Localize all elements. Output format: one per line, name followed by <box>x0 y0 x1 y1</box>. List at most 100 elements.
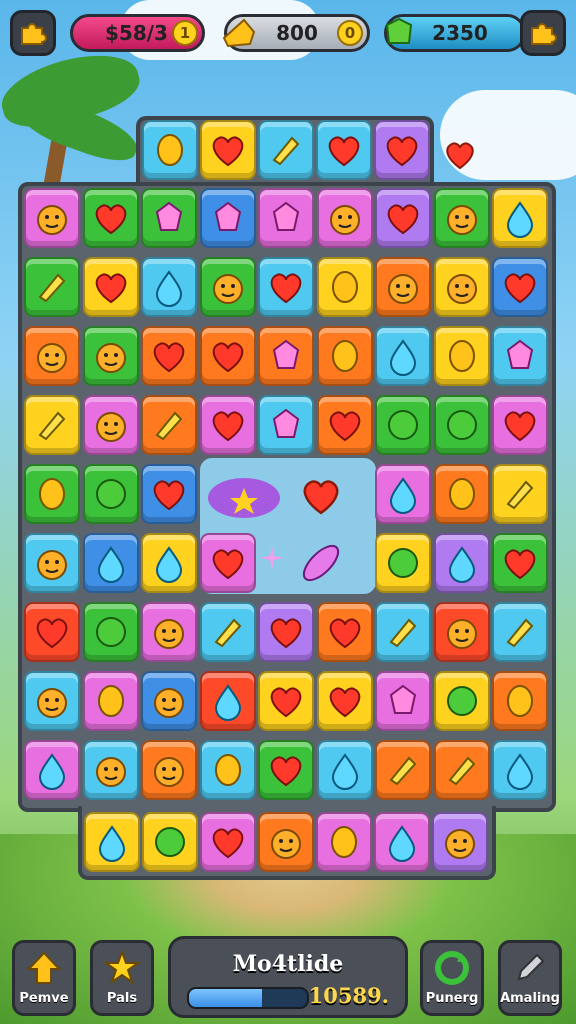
game-tile[interactable] <box>316 188 373 248</box>
game-tile[interactable] <box>492 326 548 386</box>
game-tile[interactable] <box>141 602 197 662</box>
game-tile[interactable] <box>141 257 197 317</box>
game-tile[interactable] <box>316 120 372 180</box>
heart-icon <box>504 411 536 442</box>
game-tile[interactable] <box>316 812 372 872</box>
game-tile[interactable] <box>82 326 139 386</box>
game-tile[interactable] <box>492 257 548 317</box>
game-tile[interactable] <box>258 812 314 872</box>
game-tile[interactable] <box>24 257 80 317</box>
heart-icon <box>270 687 302 718</box>
game-tile[interactable] <box>433 464 490 524</box>
game-tile[interactable] <box>316 740 373 800</box>
game-tile[interactable] <box>258 602 314 662</box>
game-tile[interactable] <box>258 120 314 180</box>
game-tile[interactable] <box>492 188 548 248</box>
crayon-icon <box>214 618 241 648</box>
game-tile[interactable] <box>82 740 139 800</box>
game-tile[interactable] <box>141 740 197 800</box>
game-tile[interactable] <box>82 188 139 248</box>
game-tile[interactable] <box>258 395 314 455</box>
game-tile[interactable] <box>141 326 197 386</box>
game-tile[interactable] <box>433 740 490 800</box>
game-tile[interactable] <box>82 257 139 317</box>
game-tile[interactable] <box>375 326 431 386</box>
booster-button-4[interactable]: Amaling <box>498 940 562 1016</box>
game-tile[interactable] <box>24 602 80 662</box>
game-tile[interactable] <box>141 188 197 248</box>
game-tile[interactable] <box>492 740 548 800</box>
game-tile[interactable] <box>24 395 80 455</box>
game-tile[interactable] <box>375 602 431 662</box>
game-tile[interactable] <box>82 395 139 455</box>
game-tile[interactable] <box>199 671 256 731</box>
game-tile[interactable] <box>199 257 256 317</box>
booster-button-2[interactable]: Pals <box>90 940 154 1016</box>
game-tile[interactable] <box>316 326 373 386</box>
game-tile[interactable] <box>24 188 80 248</box>
game-tile[interactable] <box>492 602 548 662</box>
game-tile[interactable] <box>199 740 256 800</box>
game-tile[interactable] <box>433 326 490 386</box>
game-tile[interactable] <box>433 257 490 317</box>
game-tile[interactable] <box>199 533 256 593</box>
game-tile[interactable] <box>432 812 488 872</box>
game-tile[interactable] <box>492 671 548 731</box>
game-tile[interactable] <box>199 395 256 455</box>
game-tile[interactable] <box>316 257 373 317</box>
game-tile[interactable] <box>258 671 314 731</box>
game-tile[interactable] <box>24 533 80 593</box>
game-tile[interactable] <box>199 602 256 662</box>
game-tile[interactable] <box>375 464 431 524</box>
game-tile[interactable] <box>141 395 197 455</box>
game-tile[interactable] <box>375 740 431 800</box>
game-tile[interactable] <box>375 188 431 248</box>
puzzle-icon <box>21 23 47 45</box>
game-tile[interactable] <box>433 395 490 455</box>
game-tile[interactable] <box>433 671 490 731</box>
game-tile[interactable] <box>84 812 140 872</box>
game-tile[interactable] <box>492 533 548 593</box>
game-tile[interactable] <box>375 671 431 731</box>
game-tile[interactable] <box>200 120 256 180</box>
game-tile[interactable] <box>375 395 431 455</box>
game-tile[interactable] <box>24 326 80 386</box>
game-tile[interactable] <box>258 326 314 386</box>
booster-button-1[interactable]: Pemve <box>12 940 76 1016</box>
game-tile[interactable] <box>199 326 256 386</box>
booster-button-3[interactable]: Punerg <box>420 940 484 1016</box>
heart-icon <box>387 204 419 235</box>
game-tile[interactable] <box>24 740 80 800</box>
game-tile[interactable] <box>258 257 314 317</box>
puzzle-settings-button[interactable] <box>520 10 566 56</box>
game-tile[interactable] <box>82 602 139 662</box>
game-tile[interactable] <box>141 533 197 593</box>
game-tile[interactable] <box>82 671 139 731</box>
star-icon <box>103 949 141 985</box>
game-tile[interactable] <box>433 602 490 662</box>
game-tile[interactable] <box>375 533 431 593</box>
game-tile[interactable] <box>433 188 490 248</box>
game-tile[interactable] <box>24 464 80 524</box>
game-tile[interactable] <box>492 464 548 524</box>
game-tile[interactable] <box>141 464 197 524</box>
game-tile[interactable] <box>375 257 431 317</box>
game-tile[interactable] <box>258 740 314 800</box>
game-tile[interactable] <box>374 812 430 872</box>
game-tile[interactable] <box>258 188 314 248</box>
game-tile[interactable] <box>374 120 430 180</box>
game-tile[interactable] <box>82 464 139 524</box>
game-tile[interactable] <box>141 671 197 731</box>
game-tile[interactable] <box>492 395 548 455</box>
game-tile[interactable] <box>316 395 373 455</box>
game-tile[interactable] <box>200 812 256 872</box>
puzzle-menu-button[interactable] <box>10 10 56 56</box>
game-tile[interactable] <box>433 533 490 593</box>
game-tile[interactable] <box>142 812 198 872</box>
game-tile[interactable] <box>142 120 198 180</box>
game-tile[interactable] <box>316 671 373 731</box>
game-tile[interactable] <box>199 188 256 248</box>
game-tile[interactable] <box>24 671 80 731</box>
game-tile[interactable] <box>316 602 373 662</box>
game-tile[interactable] <box>82 533 139 593</box>
